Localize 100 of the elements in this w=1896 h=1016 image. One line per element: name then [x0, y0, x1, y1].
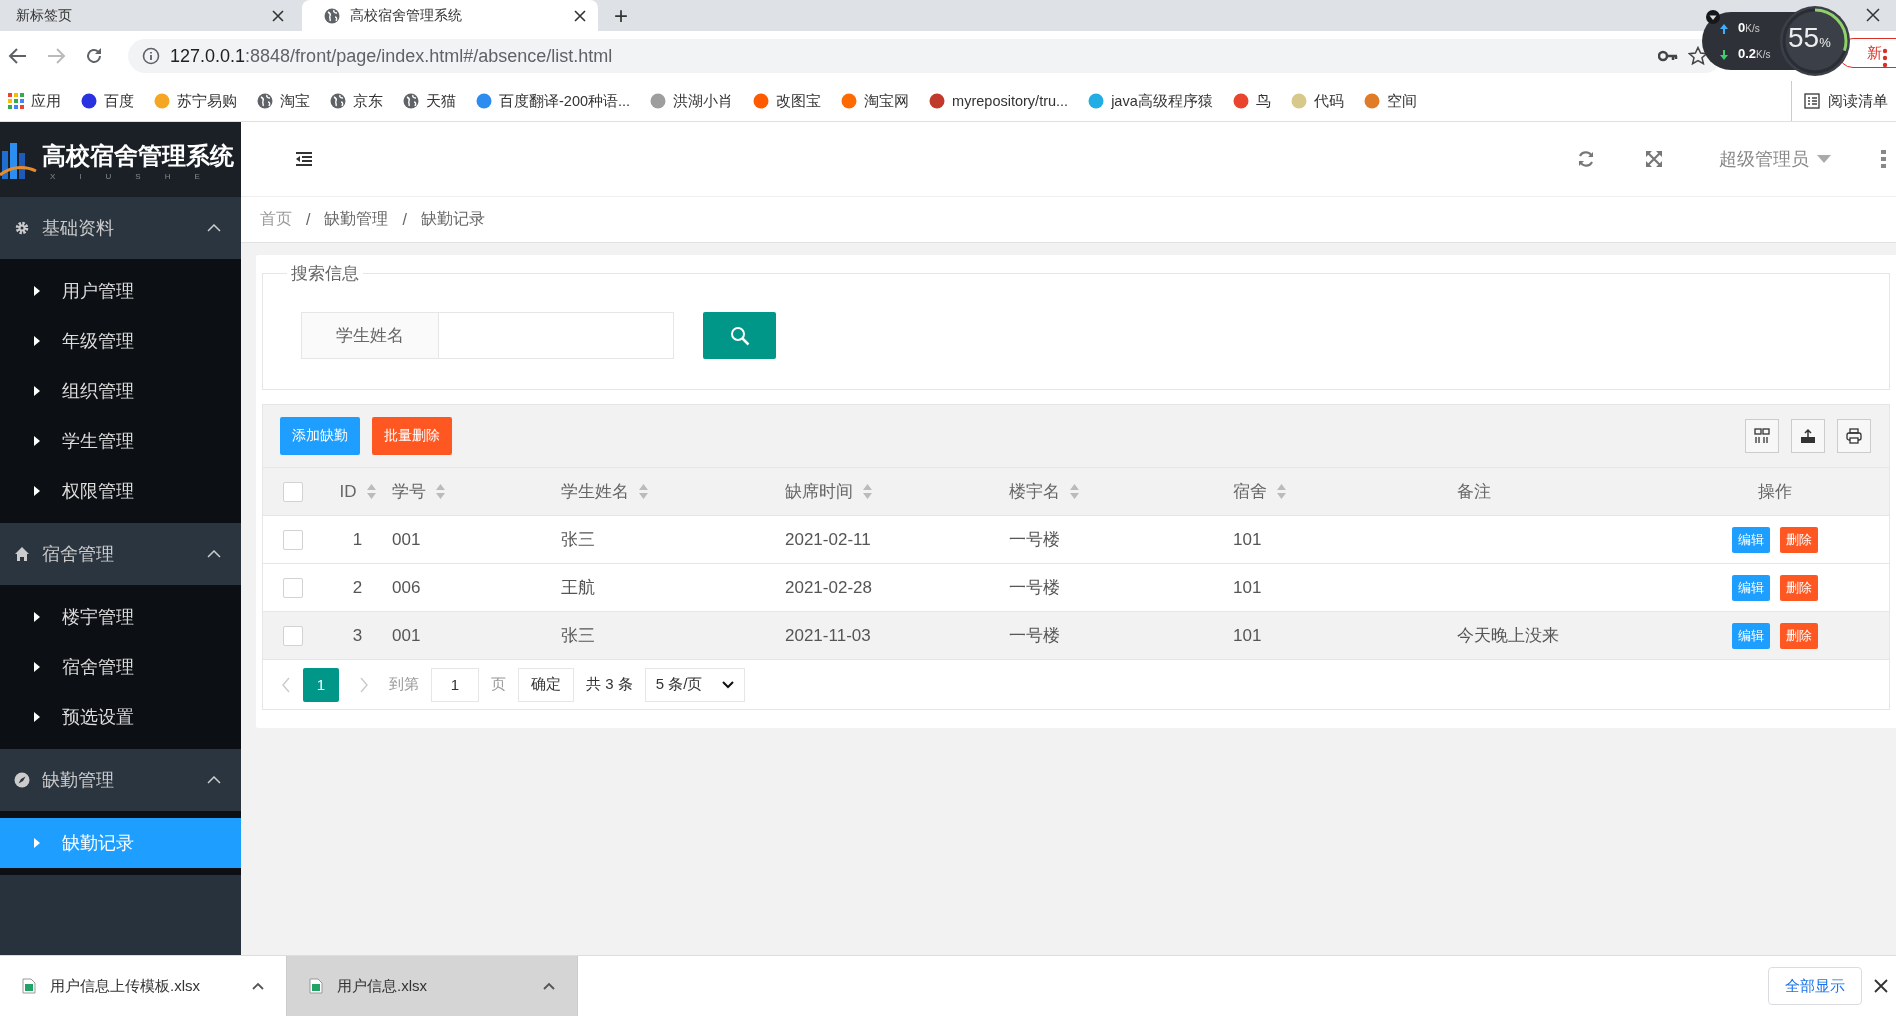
goto-label: 到第: [389, 675, 419, 694]
column-header: 操作: [1758, 481, 1792, 503]
user-menu[interactable]: 超级管理员: [1719, 147, 1831, 171]
home-icon: [14, 546, 30, 562]
bookmark-item[interactable]: 鸟: [1232, 91, 1271, 111]
browser-tab[interactable]: 高校宿舍管理系统: [302, 0, 598, 31]
collapse-menu-icon[interactable]: [295, 152, 313, 166]
download-item[interactable]: 用户信息.xlsx: [287, 956, 578, 1016]
list-icon: [1804, 93, 1820, 109]
close-icon[interactable]: [574, 9, 586, 22]
caret-up-icon[interactable]: [252, 982, 264, 990]
search-field[interactable]: 学生姓名: [301, 312, 674, 359]
column-header: 宿舍: [1233, 481, 1267, 503]
bookmark-item[interactable]: 苏宁易购: [154, 91, 237, 111]
bookmark-item[interactable]: 代码: [1290, 91, 1344, 111]
page-input[interactable]: 1: [431, 667, 479, 702]
menu-item[interactable]: 用户管理: [0, 266, 241, 316]
more-icon[interactable]: [1881, 150, 1886, 168]
caret-up-icon[interactable]: [543, 982, 555, 990]
breadcrumb-link[interactable]: 缺勤管理: [324, 209, 389, 230]
bookmark-item[interactable]: 百度翻译-200种语...: [476, 91, 631, 111]
triangle-icon: [34, 386, 40, 396]
caret-down-icon: [1817, 155, 1831, 163]
confirm-button[interactable]: 确定: [518, 667, 574, 702]
search-button[interactable]: [703, 312, 776, 359]
star-icon[interactable]: [1688, 46, 1708, 66]
menu-icon[interactable]: [1882, 48, 1888, 68]
table-cell-text: 王航: [561, 577, 595, 599]
caret-down-icon[interactable]: [1706, 10, 1720, 24]
compass-icon: [14, 772, 30, 788]
key-icon[interactable]: [1658, 50, 1678, 62]
globe-icon: [403, 93, 419, 109]
table-cell: 2021-02-28: [785, 577, 872, 598]
table-cell: 3: [352, 625, 363, 646]
table-row[interactable]: 1 001 张三 2021-02-11 一号楼 101 编辑 删除: [262, 516, 1890, 564]
bookmark-item[interactable]: 天猫: [403, 91, 456, 111]
logo-subtitle: XIUSHE: [50, 172, 224, 181]
columns-button[interactable]: [1745, 419, 1779, 453]
info-icon: [142, 47, 160, 65]
checkbox[interactable]: [283, 577, 303, 598]
bookmark-item[interactable]: 应用: [8, 91, 61, 111]
table-cell: 2021-02-11: [785, 529, 871, 550]
table-cell-text: 一号楼: [1009, 529, 1060, 551]
checkbox[interactable]: [283, 529, 303, 550]
export-icon: [1800, 428, 1816, 444]
table-cell: 1: [352, 529, 363, 550]
bookmark-item[interactable]: 空间: [1363, 91, 1417, 111]
triangle-icon: [34, 286, 40, 296]
bookmark-item[interactable]: myrepository/tru...: [929, 93, 1069, 109]
total-count: 共 3 条: [586, 675, 633, 694]
show-all-button[interactable]: 全部显示: [1768, 967, 1862, 1005]
menu-item[interactable]: 学生管理: [0, 416, 241, 466]
menu-item[interactable]: 权限管理: [0, 466, 241, 516]
column-header: ID: [339, 481, 357, 502]
checkbox[interactable]: [283, 625, 303, 646]
breadcrumb-link[interactable]: 缺勤记录: [420, 209, 485, 230]
bookmark-item[interactable]: 洪湖小肖: [650, 91, 734, 111]
table-cell: 2021-11-03: [785, 625, 871, 646]
page-button[interactable]: 1: [303, 667, 339, 702]
triangle-icon: [34, 662, 40, 672]
upload-icon: [1720, 24, 1728, 34]
table-cell-text: 今天晚上没来: [1457, 625, 1559, 647]
search-legend: 搜索信息: [287, 262, 363, 285]
bookmark-item[interactable]: java高级程序猿: [1088, 91, 1213, 111]
bookmark-item[interactable]: 淘宝网: [841, 91, 910, 111]
usage-ring: [1780, 6, 1850, 76]
close-icon[interactable]: [1874, 979, 1888, 993]
menu-item[interactable]: 预选设置: [0, 692, 241, 742]
globe-icon: [324, 7, 340, 24]
reload-icon[interactable]: [84, 46, 104, 66]
bookmark-item[interactable]: 百度: [81, 91, 134, 111]
menu-item[interactable]: 年级管理: [0, 316, 241, 366]
table-cell: 101: [1233, 625, 1262, 646]
page-size-select[interactable]: 5 条/页: [644, 667, 745, 702]
menu-item[interactable]: 楼宇管理: [0, 592, 241, 642]
globe-icon: [257, 93, 273, 109]
download-speed: 0.2K/s: [1738, 46, 1771, 61]
bookmark-item[interactable]: 京东: [330, 91, 383, 111]
new-tab-button[interactable]: +: [614, 3, 628, 28]
checkbox[interactable]: [283, 481, 303, 502]
table-cell: 006: [392, 577, 421, 598]
table-row[interactable]: 2 006 王航 2021-02-28 一号楼 101 编辑 删除: [262, 564, 1890, 612]
fullscreen-icon[interactable]: [1645, 150, 1663, 168]
back-icon[interactable]: [8, 46, 28, 66]
chevron-down-icon: [721, 680, 734, 689]
bookmark-item[interactable]: 淘宝: [257, 91, 310, 111]
table-row[interactable]: 3 001 张三 2021-11-03 一号楼 101 今天晚上没来 编辑 删除: [262, 612, 1890, 660]
column-header: 学号: [392, 481, 426, 503]
close-icon[interactable]: [272, 9, 284, 22]
menu-item[interactable]: 宿舍管理: [0, 642, 241, 692]
export-button[interactable]: [1791, 419, 1825, 453]
close-icon[interactable]: [1865, 7, 1881, 23]
print-button[interactable]: [1837, 419, 1871, 453]
table-cell-text: 一号楼: [1009, 577, 1060, 599]
breadcrumb-separator: /: [402, 210, 407, 229]
table-cell: 001: [392, 625, 421, 646]
refresh-icon[interactable]: [1577, 150, 1595, 168]
menu-item[interactable]: 组织管理: [0, 366, 241, 416]
table-cell: 101: [1233, 577, 1262, 598]
bookmark-item[interactable]: 改图宝: [753, 91, 822, 111]
